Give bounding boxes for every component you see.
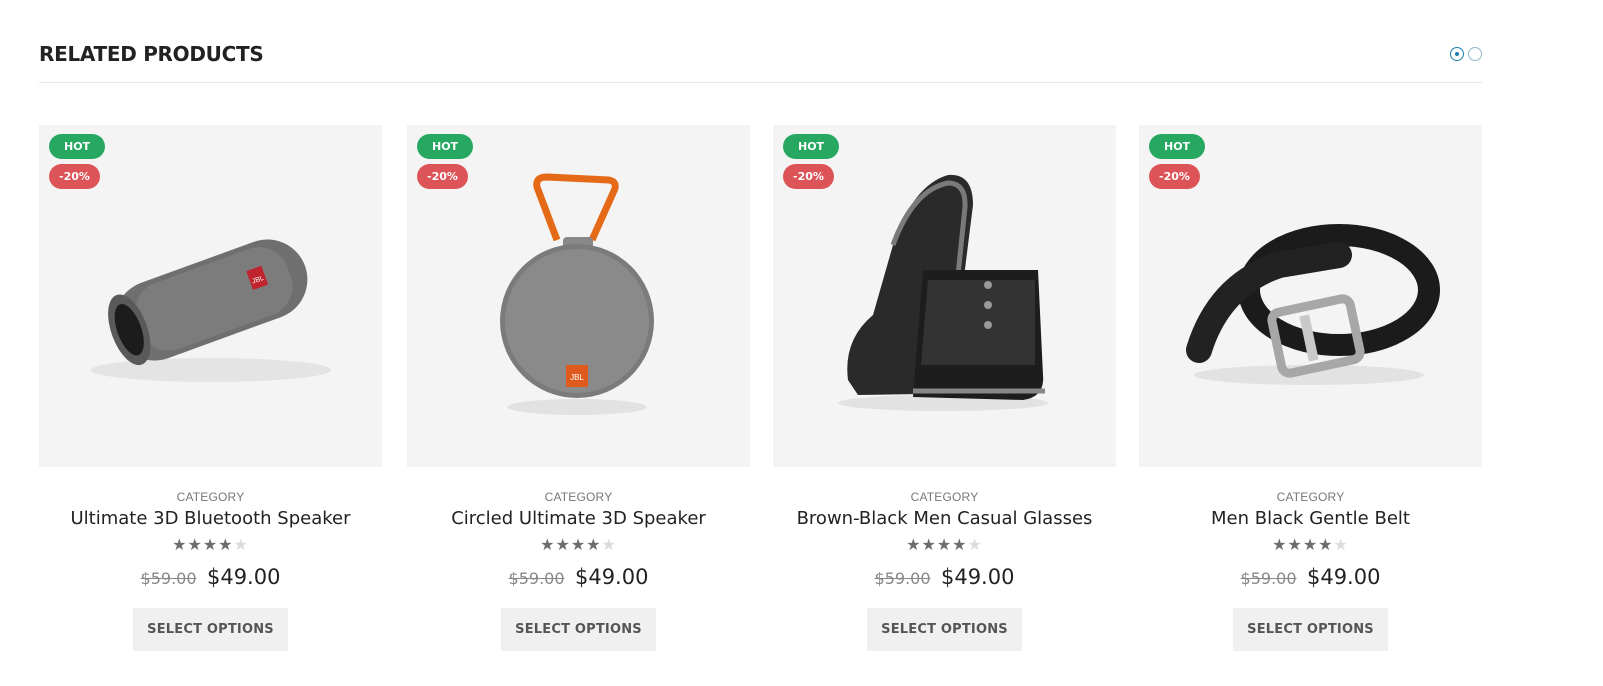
star-empty-icon: ★ bbox=[601, 537, 617, 554]
rating-stars: ★★★★★ bbox=[407, 535, 750, 557]
star-icon: ★ bbox=[218, 537, 234, 554]
star-icon: ★ bbox=[1287, 537, 1303, 554]
star-icon: ★ bbox=[555, 537, 571, 554]
product-image-link[interactable]: HOT -20% bbox=[773, 125, 1116, 467]
product-image-link[interactable]: HOT -20% bbox=[1139, 125, 1482, 467]
product-name[interactable]: Men Black Gentle Belt bbox=[1139, 508, 1482, 529]
star-icon: ★ bbox=[921, 537, 937, 554]
current-price: $49.00 bbox=[1306, 565, 1381, 589]
old-price: $59.00 bbox=[1240, 569, 1297, 588]
product-image-link[interactable]: JBL HOT -20% bbox=[39, 125, 382, 467]
select-options-button[interactable]: SELECT OPTIONS bbox=[867, 608, 1022, 651]
discount-badge: -20% bbox=[417, 164, 468, 189]
current-price: $49.00 bbox=[206, 565, 281, 589]
star-icon: ★ bbox=[936, 537, 953, 554]
product-name[interactable]: Brown-Black Men Casual Glasses bbox=[773, 508, 1116, 529]
star-icon: ★ bbox=[540, 537, 556, 554]
carousel-dot-1[interactable] bbox=[1450, 47, 1464, 61]
hot-badge: HOT bbox=[1149, 134, 1206, 159]
product-card: HOT -20% CATEGORY Men Black Gentle Belt … bbox=[1139, 125, 1482, 655]
hot-badge: HOT bbox=[417, 134, 474, 159]
carousel-dot-2[interactable] bbox=[1468, 47, 1482, 61]
star-icon: ★ bbox=[187, 537, 203, 554]
current-price: $49.00 bbox=[940, 565, 1015, 589]
star-icon: ★ bbox=[570, 537, 587, 554]
star-icon: ★ bbox=[202, 537, 219, 554]
product-category[interactable]: CATEGORY bbox=[773, 490, 1116, 504]
select-options-button[interactable]: SELECT OPTIONS bbox=[1233, 608, 1388, 651]
star-icon: ★ bbox=[1318, 537, 1334, 554]
star-icon: ★ bbox=[586, 537, 602, 554]
section-header: RELATED PRODUCTS bbox=[39, 40, 1482, 83]
product-card: JBL HOT -20% CATEGORY Circled Ultimate 3… bbox=[407, 125, 750, 655]
hot-badge: HOT bbox=[783, 134, 840, 159]
product-category[interactable]: CATEGORY bbox=[1139, 490, 1482, 504]
star-icon: ★ bbox=[906, 537, 922, 554]
product-card: JBL HOT -20% CATEGORY Ultimate 3D Blueto… bbox=[39, 125, 382, 655]
select-options-button[interactable]: SELECT OPTIONS bbox=[501, 608, 656, 651]
product-image-link[interactable]: JBL HOT -20% bbox=[407, 125, 750, 467]
old-price: $59.00 bbox=[508, 569, 565, 588]
select-options-button[interactable]: SELECT OPTIONS bbox=[133, 608, 288, 651]
star-icon: ★ bbox=[952, 537, 968, 554]
rating-stars: ★★★★★ bbox=[773, 535, 1116, 557]
price: $59.00 $49.00 bbox=[773, 565, 1116, 589]
product-card: HOT -20% CATEGORY Brown-Black Men Casual… bbox=[773, 125, 1116, 655]
svg-text:JBL: JBL bbox=[570, 373, 584, 382]
old-price: $59.00 bbox=[140, 569, 197, 588]
product-name[interactable]: Ultimate 3D Bluetooth Speaker bbox=[39, 508, 382, 529]
star-icon: ★ bbox=[1272, 537, 1288, 554]
star-empty-icon: ★ bbox=[1333, 537, 1349, 554]
rating-stars: ★★★★★ bbox=[39, 535, 382, 557]
star-empty-icon: ★ bbox=[967, 537, 983, 554]
section-title: RELATED PRODUCTS bbox=[39, 42, 264, 66]
discount-badge: -20% bbox=[1149, 164, 1200, 189]
product-category[interactable]: CATEGORY bbox=[407, 490, 750, 504]
price: $59.00 $49.00 bbox=[407, 565, 750, 589]
discount-badge: -20% bbox=[49, 164, 100, 189]
carousel-pagination bbox=[1450, 47, 1482, 61]
price: $59.00 $49.00 bbox=[1139, 565, 1482, 589]
current-price: $49.00 bbox=[574, 565, 649, 589]
product-name[interactable]: Circled Ultimate 3D Speaker bbox=[407, 508, 750, 529]
rating-stars: ★★★★★ bbox=[1139, 535, 1482, 557]
product-carousel: JBL HOT -20% CATEGORY Ultimate 3D Blueto… bbox=[39, 125, 1482, 655]
hot-badge: HOT bbox=[49, 134, 106, 159]
star-empty-icon: ★ bbox=[233, 537, 249, 554]
old-price: $59.00 bbox=[874, 569, 931, 588]
discount-badge: -20% bbox=[783, 164, 834, 189]
star-icon: ★ bbox=[172, 537, 188, 554]
price: $59.00 $49.00 bbox=[39, 565, 382, 589]
star-icon: ★ bbox=[1302, 537, 1319, 554]
product-category[interactable]: CATEGORY bbox=[39, 490, 382, 504]
